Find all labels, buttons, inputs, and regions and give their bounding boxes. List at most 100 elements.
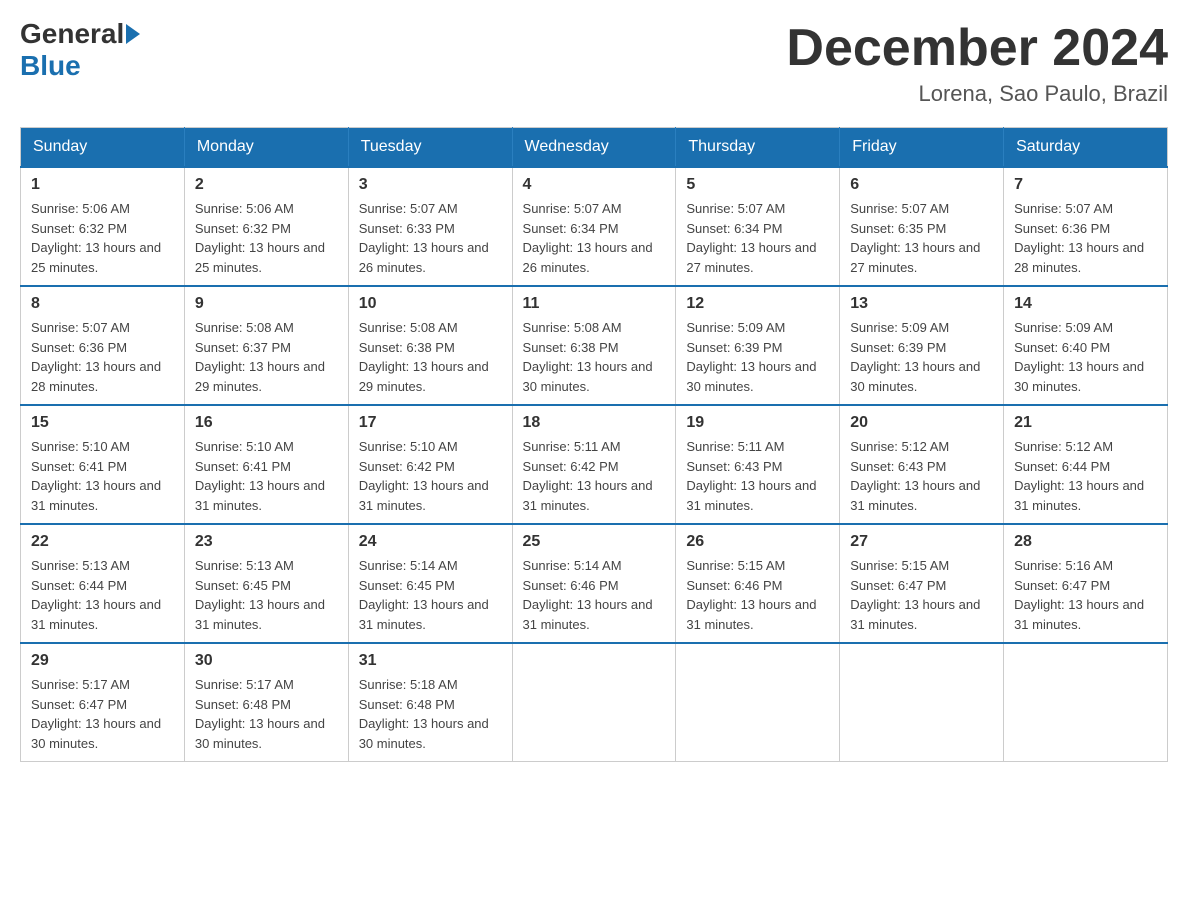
day-info: Sunrise: 5:13 AMSunset: 6:44 PMDaylight:… [31, 556, 174, 634]
col-friday: Friday [840, 128, 1004, 168]
col-thursday: Thursday [676, 128, 840, 168]
day-info: Sunrise: 5:18 AMSunset: 6:48 PMDaylight:… [359, 675, 502, 753]
day-info: Sunrise: 5:15 AMSunset: 6:46 PMDaylight:… [686, 556, 829, 634]
table-row: 21 Sunrise: 5:12 AMSunset: 6:44 PMDayligh… [1004, 405, 1168, 524]
day-info: Sunrise: 5:06 AMSunset: 6:32 PMDaylight:… [195, 199, 338, 277]
day-number: 25 [523, 533, 666, 551]
title-section: December 2024 Lorena, Sao Paulo, Brazil [786, 20, 1168, 107]
table-row: 19 Sunrise: 5:11 AMSunset: 6:43 PMDayligh… [676, 405, 840, 524]
day-info: Sunrise: 5:07 AMSunset: 6:34 PMDaylight:… [523, 199, 666, 277]
table-row: 3 Sunrise: 5:07 AMSunset: 6:33 PMDaylight… [348, 167, 512, 286]
day-number: 30 [195, 652, 338, 670]
day-number: 6 [850, 176, 993, 194]
table-row [512, 643, 676, 762]
day-info: Sunrise: 5:07 AMSunset: 6:36 PMDaylight:… [1014, 199, 1157, 277]
day-number: 19 [686, 414, 829, 432]
day-info: Sunrise: 5:10 AMSunset: 6:41 PMDaylight:… [195, 437, 338, 515]
day-number: 26 [686, 533, 829, 551]
day-info: Sunrise: 5:09 AMSunset: 6:39 PMDaylight:… [686, 318, 829, 396]
calendar-week-row: 22 Sunrise: 5:13 AMSunset: 6:44 PMDayligh… [21, 524, 1168, 643]
table-row: 11 Sunrise: 5:08 AMSunset: 6:38 PMDayligh… [512, 286, 676, 405]
day-info: Sunrise: 5:07 AMSunset: 6:34 PMDaylight:… [686, 199, 829, 277]
day-number: 28 [1014, 533, 1157, 551]
calendar-table: Sunday Monday Tuesday Wednesday Thursday… [20, 127, 1168, 762]
day-info: Sunrise: 5:11 AMSunset: 6:42 PMDaylight:… [523, 437, 666, 515]
table-row [840, 643, 1004, 762]
day-number: 2 [195, 176, 338, 194]
table-row [676, 643, 840, 762]
table-row: 28 Sunrise: 5:16 AMSunset: 6:47 PMDayligh… [1004, 524, 1168, 643]
calendar-week-row: 29Sunrise: 5:17 AMSunset: 6:47 PMDayligh… [21, 643, 1168, 762]
col-saturday: Saturday [1004, 128, 1168, 168]
day-number: 7 [1014, 176, 1157, 194]
table-row: 25Sunrise: 5:14 AMSunset: 6:46 PMDayligh… [512, 524, 676, 643]
table-row: 7 Sunrise: 5:07 AMSunset: 6:36 PMDaylight… [1004, 167, 1168, 286]
day-info: Sunrise: 5:07 AMSunset: 6:35 PMDaylight:… [850, 199, 993, 277]
day-number: 10 [359, 295, 502, 313]
day-info: Sunrise: 5:17 AMSunset: 6:47 PMDaylight:… [31, 675, 174, 753]
col-sunday: Sunday [21, 128, 185, 168]
day-number: 16 [195, 414, 338, 432]
table-row: 29Sunrise: 5:17 AMSunset: 6:47 PMDayligh… [21, 643, 185, 762]
day-number: 9 [195, 295, 338, 313]
day-number: 20 [850, 414, 993, 432]
day-info: Sunrise: 5:09 AMSunset: 6:40 PMDaylight:… [1014, 318, 1157, 396]
day-info: Sunrise: 5:07 AMSunset: 6:36 PMDaylight:… [31, 318, 174, 396]
day-number: 23 [195, 533, 338, 551]
table-row: 9 Sunrise: 5:08 AMSunset: 6:37 PMDaylight… [184, 286, 348, 405]
day-number: 18 [523, 414, 666, 432]
col-tuesday: Tuesday [348, 128, 512, 168]
day-number: 11 [523, 295, 666, 313]
page-header: General Blue December 2024 Lorena, Sao P… [20, 20, 1168, 107]
month-title: December 2024 [786, 20, 1168, 77]
table-row: 2 Sunrise: 5:06 AMSunset: 6:32 PMDaylight… [184, 167, 348, 286]
calendar-week-row: 1 Sunrise: 5:06 AMSunset: 6:32 PMDaylight… [21, 167, 1168, 286]
table-row: 30 Sunrise: 5:17 AMSunset: 6:48 PMDayligh… [184, 643, 348, 762]
day-info: Sunrise: 5:06 AMSunset: 6:32 PMDaylight:… [31, 199, 174, 277]
logo-arrow-icon [126, 24, 140, 44]
day-info: Sunrise: 5:07 AMSunset: 6:33 PMDaylight:… [359, 199, 502, 277]
day-info: Sunrise: 5:08 AMSunset: 6:37 PMDaylight:… [195, 318, 338, 396]
day-info: Sunrise: 5:11 AMSunset: 6:43 PMDaylight:… [686, 437, 829, 515]
day-number: 3 [359, 176, 502, 194]
calendar-header-row: Sunday Monday Tuesday Wednesday Thursday… [21, 128, 1168, 168]
day-info: Sunrise: 5:16 AMSunset: 6:47 PMDaylight:… [1014, 556, 1157, 634]
day-number: 31 [359, 652, 502, 670]
location-subtitle: Lorena, Sao Paulo, Brazil [786, 81, 1168, 107]
day-info: Sunrise: 5:14 AMSunset: 6:45 PMDaylight:… [359, 556, 502, 634]
logo: General Blue [20, 20, 140, 82]
table-row: 26 Sunrise: 5:15 AMSunset: 6:46 PMDayligh… [676, 524, 840, 643]
table-row: 12 Sunrise: 5:09 AMSunset: 6:39 PMDayligh… [676, 286, 840, 405]
calendar-week-row: 8Sunrise: 5:07 AMSunset: 6:36 PMDaylight… [21, 286, 1168, 405]
day-number: 12 [686, 295, 829, 313]
col-wednesday: Wednesday [512, 128, 676, 168]
table-row [1004, 643, 1168, 762]
table-row: 18 Sunrise: 5:11 AMSunset: 6:42 PMDayligh… [512, 405, 676, 524]
day-info: Sunrise: 5:12 AMSunset: 6:43 PMDaylight:… [850, 437, 993, 515]
table-row: 17Sunrise: 5:10 AMSunset: 6:42 PMDayligh… [348, 405, 512, 524]
table-row: 27Sunrise: 5:15 AMSunset: 6:47 PMDayligh… [840, 524, 1004, 643]
table-row: 15Sunrise: 5:10 AMSunset: 6:41 PMDayligh… [21, 405, 185, 524]
table-row: 6 Sunrise: 5:07 AMSunset: 6:35 PMDaylight… [840, 167, 1004, 286]
table-row: 31 Sunrise: 5:18 AMSunset: 6:48 PMDayligh… [348, 643, 512, 762]
day-number: 24 [359, 533, 502, 551]
day-info: Sunrise: 5:08 AMSunset: 6:38 PMDaylight:… [359, 318, 502, 396]
table-row: 13Sunrise: 5:09 AMSunset: 6:39 PMDayligh… [840, 286, 1004, 405]
day-info: Sunrise: 5:12 AMSunset: 6:44 PMDaylight:… [1014, 437, 1157, 515]
day-number: 22 [31, 533, 174, 551]
day-number: 5 [686, 176, 829, 194]
day-number: 13 [850, 295, 993, 313]
table-row: 14 Sunrise: 5:09 AMSunset: 6:40 PMDayligh… [1004, 286, 1168, 405]
day-number: 15 [31, 414, 174, 432]
table-row: 23Sunrise: 5:13 AMSunset: 6:45 PMDayligh… [184, 524, 348, 643]
day-number: 21 [1014, 414, 1157, 432]
table-row: 22 Sunrise: 5:13 AMSunset: 6:44 PMDayligh… [21, 524, 185, 643]
day-number: 4 [523, 176, 666, 194]
day-info: Sunrise: 5:17 AMSunset: 6:48 PMDaylight:… [195, 675, 338, 753]
logo-blue-text: Blue [20, 50, 81, 82]
day-number: 1 [31, 176, 174, 194]
day-info: Sunrise: 5:08 AMSunset: 6:38 PMDaylight:… [523, 318, 666, 396]
day-number: 17 [359, 414, 502, 432]
logo-general-text: General [20, 20, 124, 48]
day-number: 14 [1014, 295, 1157, 313]
